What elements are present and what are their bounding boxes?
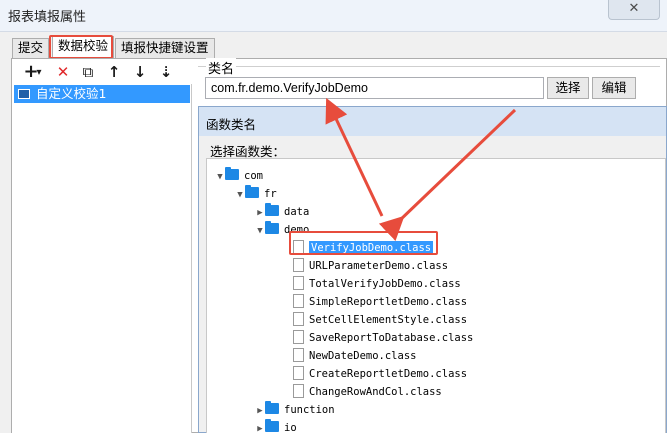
tree-node-label: com [244, 170, 263, 182]
sort-icon: ⇣ [159, 63, 173, 81]
tab-submit[interactable]: 提交 [12, 38, 50, 58]
dialog-title: 函数类名 [206, 117, 257, 132]
file-icon [293, 366, 304, 380]
expanded-arrow-icon[interactable]: ▼ [215, 168, 225, 186]
folder-icon [265, 221, 279, 234]
tab-label: 填报快捷键设置 [121, 40, 209, 55]
edit-button[interactable]: 编辑 [592, 77, 636, 99]
validation-list: 自定义校验1 [12, 84, 192, 433]
tree-file[interactable]: URLParameterDemo.class [293, 257, 448, 275]
tree-file-label: SaveReportToDatabase.class [309, 332, 474, 344]
folder-icon [265, 401, 279, 414]
tree-file[interactable]: ChangeRowAndCol.class [293, 383, 442, 401]
classname-label: 类名 [206, 58, 237, 77]
expanded-arrow-icon[interactable]: ▼ [255, 222, 265, 240]
file-icon [293, 258, 304, 272]
tree-file[interactable]: TotalVerifyJobDemo.class [293, 275, 461, 293]
collapsed-arrow-icon[interactable]: ▶ [255, 402, 265, 420]
copy-icon: ⧉ [82, 63, 94, 81]
class-chooser-dialog: 函数类名 选择函数类： ▼ com ▼ fr ▶ data ▼ demo VerifyJ… [198, 106, 667, 433]
list-item[interactable]: 自定义校验1 [14, 85, 190, 103]
tree-node-label: fr [264, 188, 277, 200]
delete-icon: ✕ [56, 63, 70, 81]
tree-node-data[interactable]: ▶ data [255, 203, 309, 221]
tree-file[interactable]: SimpleReportletDemo.class [293, 293, 467, 311]
folder-icon [225, 167, 239, 180]
tab-label: 提交 [18, 40, 44, 55]
tree-file-label: ChangeRowAndCol.class [309, 386, 442, 398]
sort-button[interactable]: ⇣ [155, 61, 177, 83]
arrow-down-icon: ↓ [133, 63, 147, 81]
chevron-down-icon: ▾ [36, 67, 42, 78]
folder-icon [265, 419, 279, 432]
file-icon [293, 348, 304, 362]
close-icon: ✕ [628, 1, 640, 16]
file-icon [293, 312, 304, 326]
file-icon [293, 294, 304, 308]
tree-node-function[interactable]: ▶ function [255, 401, 335, 419]
move-down-button[interactable]: ↓ [129, 61, 151, 83]
tab-highlight-box [49, 35, 113, 59]
tree-node-io[interactable]: ▶ io [255, 419, 297, 433]
classname-input[interactable]: com.fr.demo.VerifyJobDemo [205, 77, 544, 99]
tree-node-label: data [284, 206, 310, 218]
tree-node-label: io [284, 422, 297, 433]
window-title-bar: 报表填报属性 [0, 0, 667, 32]
tree-file-label: URLParameterDemo.class [309, 260, 449, 272]
collapsed-arrow-icon[interactable]: ▶ [255, 420, 265, 433]
validation-item-icon [18, 89, 30, 99]
tree-file-label: TotalVerifyJobDemo.class [309, 278, 461, 290]
delete-button[interactable]: ✕ [52, 61, 74, 83]
file-icon [293, 276, 304, 290]
tree-file-label: NewDateDemo.class [309, 350, 417, 362]
class-tree: ▼ com ▼ fr ▶ data ▼ demo VerifyJobDemo.class… [206, 158, 666, 433]
file-icon [293, 330, 304, 344]
tree-file[interactable]: NewDateDemo.class [293, 347, 416, 365]
dialog-title-bar: 函数类名 [199, 107, 666, 136]
tree-file[interactable]: SetCellElementStyle.class [293, 311, 467, 329]
tree-file-label: SimpleReportletDemo.class [309, 296, 468, 308]
file-icon [293, 384, 304, 398]
tree-node-fr[interactable]: ▼ fr [235, 185, 277, 203]
add-dropdown-button[interactable]: ▾ [33, 62, 45, 84]
tree-file[interactable]: CreateReportletDemo.class [293, 365, 467, 383]
tree-file-label: SetCellElementStyle.class [309, 314, 468, 326]
tab-shortcut-settings[interactable]: 填报快捷键设置 [115, 38, 215, 58]
move-up-button[interactable]: ↑ [103, 61, 125, 83]
window-close-button[interactable]: ✕ [608, 0, 660, 20]
expanded-arrow-icon[interactable]: ▼ [235, 186, 245, 204]
arrow-up-icon: ↑ [107, 63, 121, 81]
selected-file-highlight [289, 231, 438, 255]
tree-file[interactable]: SaveReportToDatabase.class [293, 329, 473, 347]
collapsed-arrow-icon[interactable]: ▶ [255, 204, 265, 222]
tree-node-com[interactable]: ▼ com [215, 167, 263, 185]
list-item-label: 自定义校验1 [36, 86, 107, 101]
tree-node-label: function [284, 404, 335, 416]
select-button[interactable]: 选择 [547, 77, 589, 99]
folder-icon [245, 185, 259, 198]
copy-button[interactable]: ⧉ [77, 61, 99, 83]
window-title: 报表填报属性 [8, 10, 87, 25]
folder-icon [265, 203, 279, 216]
tree-file-label: CreateReportletDemo.class [309, 368, 468, 380]
